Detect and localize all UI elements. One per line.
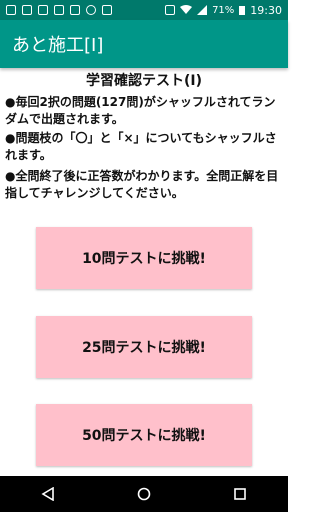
back-button[interactable] <box>28 479 68 509</box>
home-button[interactable] <box>124 479 164 509</box>
app-bar: あと施工[Ⅰ] <box>0 20 288 68</box>
main-content: 学習確認テスト(Ⅰ) ●毎回2択の問題(127問)がシャッフルされてランダムで出… <box>0 68 288 476</box>
description-paragraph: ●問題枝の「〇」と「×」についてもシャッフルされます。 <box>5 131 277 162</box>
battery-level: 71% <box>212 4 235 16</box>
description-paragraph: ●全問終了後に正答数がわかります。全問正解を目指してチャレンジしてください。 <box>5 169 279 200</box>
test-10-button[interactable]: 10問テストに挑戦! <box>36 227 252 289</box>
status-bar: 71% 19:30 <box>0 0 288 20</box>
description-paragraph: ●毎回2択の問題(127問)がシャッフルされてランダムで出題されます。 <box>5 95 276 126</box>
app-title: あと施工[Ⅰ] <box>12 35 104 56</box>
navigation-bar <box>0 476 288 512</box>
tools-icon <box>102 5 112 15</box>
system-icons: 71% 19:30 <box>165 4 282 17</box>
signal-icon <box>197 5 208 15</box>
battery-icon <box>22 5 32 15</box>
recents-button[interactable] <box>220 479 260 509</box>
test-25-button[interactable]: 25問テストに挑戦! <box>36 316 252 378</box>
wifi-icon <box>180 5 193 14</box>
image-icon <box>38 5 48 15</box>
sd-icon <box>6 5 16 15</box>
notification-icons <box>6 5 112 15</box>
android-icon <box>86 5 96 15</box>
battery-icon <box>239 6 246 15</box>
nfc-icon <box>165 5 176 15</box>
home-icon <box>137 487 151 501</box>
test-50-button[interactable]: 50問テストに挑戦! <box>36 404 252 466</box>
clock: 19:30 <box>250 3 282 17</box>
page-title: 学習確認テスト(Ⅰ) <box>85 73 202 89</box>
recents-icon <box>234 488 246 500</box>
image-icon <box>54 5 64 15</box>
back-icon <box>41 487 54 501</box>
shirt-icon <box>70 5 80 15</box>
